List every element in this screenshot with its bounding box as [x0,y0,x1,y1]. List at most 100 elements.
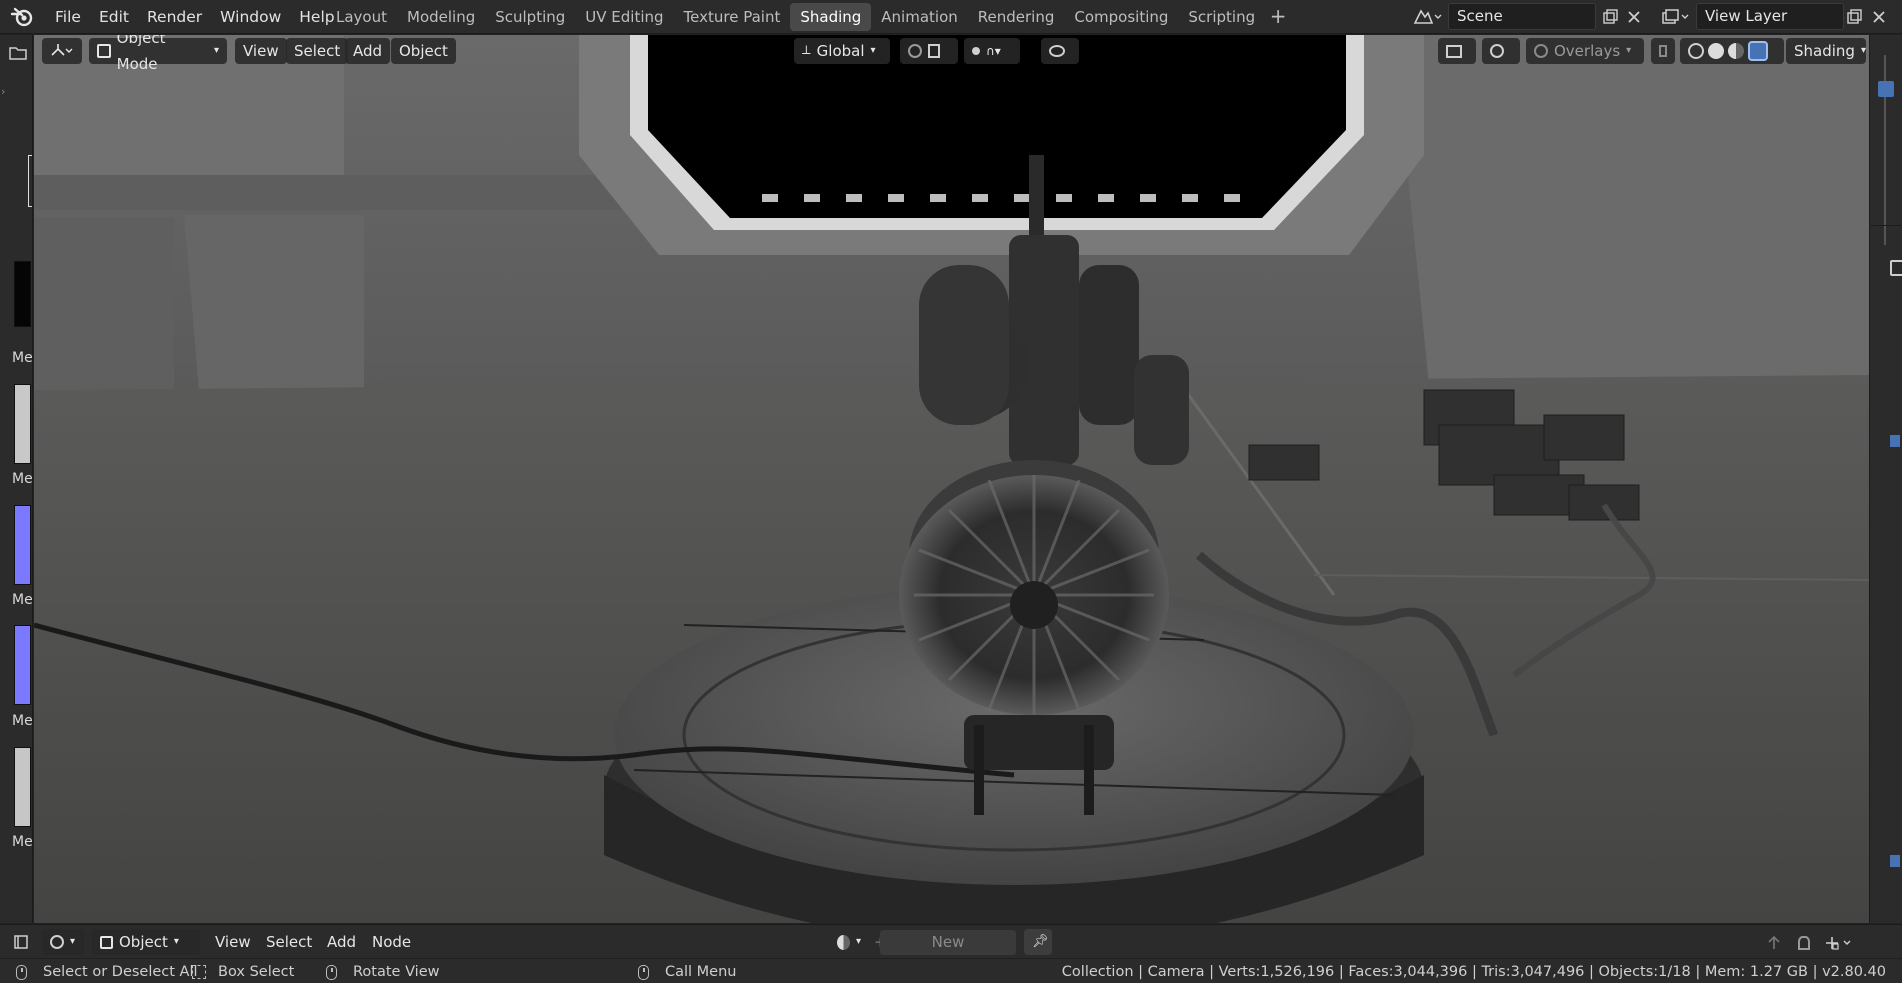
tab-uv-editing[interactable]: UV Editing [575,3,673,31]
node-editor-header: ▾ Object ▾ View Select Add Node ▾ + New … [0,924,1902,958]
chevron-down-icon: ▾ [870,45,876,56]
checkbox-icon[interactable] [1890,855,1900,867]
node-view-menu[interactable]: View [207,929,259,955]
scene-name-field[interactable]: Scene [1448,3,1596,30]
status-call-menu-label: Call Menu [665,964,737,980]
editor-type-icon[interactable] [8,929,34,955]
overlays-dropdown[interactable]: Overlays ▾ [1526,38,1644,64]
file-browser-icon[interactable] [7,40,29,66]
material-swatch-5[interactable] [14,747,31,827]
shading-mode-buttons [1680,38,1784,64]
shading-dropdown[interactable]: Shading ▾ [1786,38,1866,64]
material-swatch-3[interactable] [14,505,31,585]
scene-statistics: Collection | Camera | Verts:1,526,196 | … [1061,964,1886,980]
properties-editor-icon[interactable] [1890,260,1902,276]
tab-shading[interactable]: Shading [790,3,872,31]
viewport-gizmos-icon[interactable] [1482,38,1520,64]
middle-mouse-icon [326,964,337,980]
status-box-select: Box Select [192,962,294,982]
material-shading-icon[interactable] [1728,43,1744,59]
material-swatch-1[interactable] [14,261,31,327]
parent-node-tree-icon[interactable] [1762,930,1786,956]
status-select-all-label: Select or Deselect All [43,964,198,980]
material-swatch-4[interactable] [14,625,31,705]
panel-divider [1871,225,1901,235]
status-bar: Select or Deselect All Box Select Rotate… [0,958,1902,983]
wireframe-shading-icon[interactable] [1688,43,1704,59]
material-label-1: Me [12,350,33,366]
workspace-tabs: Layout Modeling Sculpting UV Editing Tex… [326,3,1291,31]
node-select-menu[interactable]: Select [258,929,320,955]
box-select-icon [192,965,206,979]
left-mouse-icon [16,964,27,980]
object-menu[interactable]: Object [391,38,456,64]
material-label-5: Me [12,834,33,850]
node-node-menu[interactable]: Node [364,929,419,955]
snap-target-icon[interactable] [1820,930,1860,956]
add-workspace-button[interactable]: + [1265,3,1291,31]
tab-rendering[interactable]: Rendering [968,3,1065,31]
overlays-label: Overlays [1554,42,1621,60]
scene-selector-icon[interactable] [1408,4,1446,30]
material-label-3: Me [12,592,33,608]
checkbox-icon[interactable] [1890,435,1900,447]
rendered-shading-icon[interactable] [1748,41,1768,61]
material-swatch-2[interactable] [14,384,31,464]
status-box-select-label: Box Select [218,964,295,980]
object-mode-label: Object Mode [116,35,166,73]
menu-render[interactable]: Render [138,8,211,26]
tab-sculpting[interactable]: Sculpting [485,3,575,31]
solid-shading-icon[interactable] [1708,43,1724,59]
view-layer-name-field[interactable]: View Layer [1696,3,1844,30]
overlays-icon [1534,44,1548,58]
view-object-types-icon[interactable] [1438,38,1476,64]
menu-file[interactable]: File [46,8,90,26]
top-bar: File Edit Render Window Help Layout Mode… [0,0,1902,34]
camera-toggle-active-icon[interactable] [1878,81,1894,97]
xray-toggle-icon[interactable] [1651,38,1675,64]
right-outliner-strip [1869,35,1902,923]
menu-edit[interactable]: Edit [90,8,138,26]
node-add-menu[interactable]: Add [319,929,364,955]
delete-view-layer-icon[interactable] [1866,4,1892,30]
select-menu[interactable]: Select [286,38,349,64]
tab-compositing[interactable]: Compositing [1064,3,1178,31]
new-view-layer-icon[interactable] [1841,4,1867,30]
shading-label: Shading [1794,42,1855,60]
panel-edge [28,155,32,207]
expand-arrow-icon[interactable]: › [1,85,7,98]
viewport-header: Object Mode ▾ View Select Add Object ⟂ G… [34,35,1869,73]
blender-logo-icon[interactable] [8,5,36,29]
material-label-4: Me [12,713,33,729]
pin-icon[interactable]: 📌︎ [1024,929,1052,955]
status-rotate-view-label: Rotate View [353,964,440,980]
snapping-icon[interactable] [1792,930,1816,956]
left-preview-strip: › Me Me Me Me Me [0,35,33,923]
new-scene-icon[interactable] [1597,4,1623,30]
tab-scripting[interactable]: Scripting [1178,3,1265,31]
view-menu[interactable]: View [235,38,287,64]
delete-scene-icon[interactable] [1621,4,1647,30]
object-mode-dropdown[interactable]: Object Mode ▾ [89,35,227,73]
tab-texture-paint[interactable]: Texture Paint [674,3,791,31]
pivot-snap-icon[interactable] [900,38,958,64]
new-material-button[interactable]: New [880,930,1016,955]
3d-viewport[interactable]: Object Mode ▾ View Select Add Object ⟂ G… [34,35,1869,923]
menu-window[interactable]: Window [211,8,290,26]
gizmo-toggle-icon[interactable] [1041,38,1079,64]
material-browse-icon[interactable]: ▾ [829,929,869,955]
tab-animation[interactable]: Animation [871,3,967,31]
view-layer-selector-icon[interactable] [1656,4,1694,30]
tab-modeling[interactable]: Modeling [397,3,485,31]
editor-type-icon[interactable] [42,38,82,64]
add-menu[interactable]: Add [345,38,391,64]
proportional-editing-icon[interactable]: ∩▾ [964,38,1020,64]
shader-type-icon[interactable]: ▾ [42,929,84,955]
object-shader-dropdown[interactable]: Object ▾ [92,929,200,955]
status-select-all: Select or Deselect All [16,962,198,982]
transform-orientation-dropdown[interactable]: ⟂ Global ▾ [794,38,890,64]
chevron-down-icon: ▾ [173,936,179,947]
scene-render [34,35,1869,923]
right-mouse-icon [638,964,649,980]
tab-layout[interactable]: Layout [326,3,397,31]
